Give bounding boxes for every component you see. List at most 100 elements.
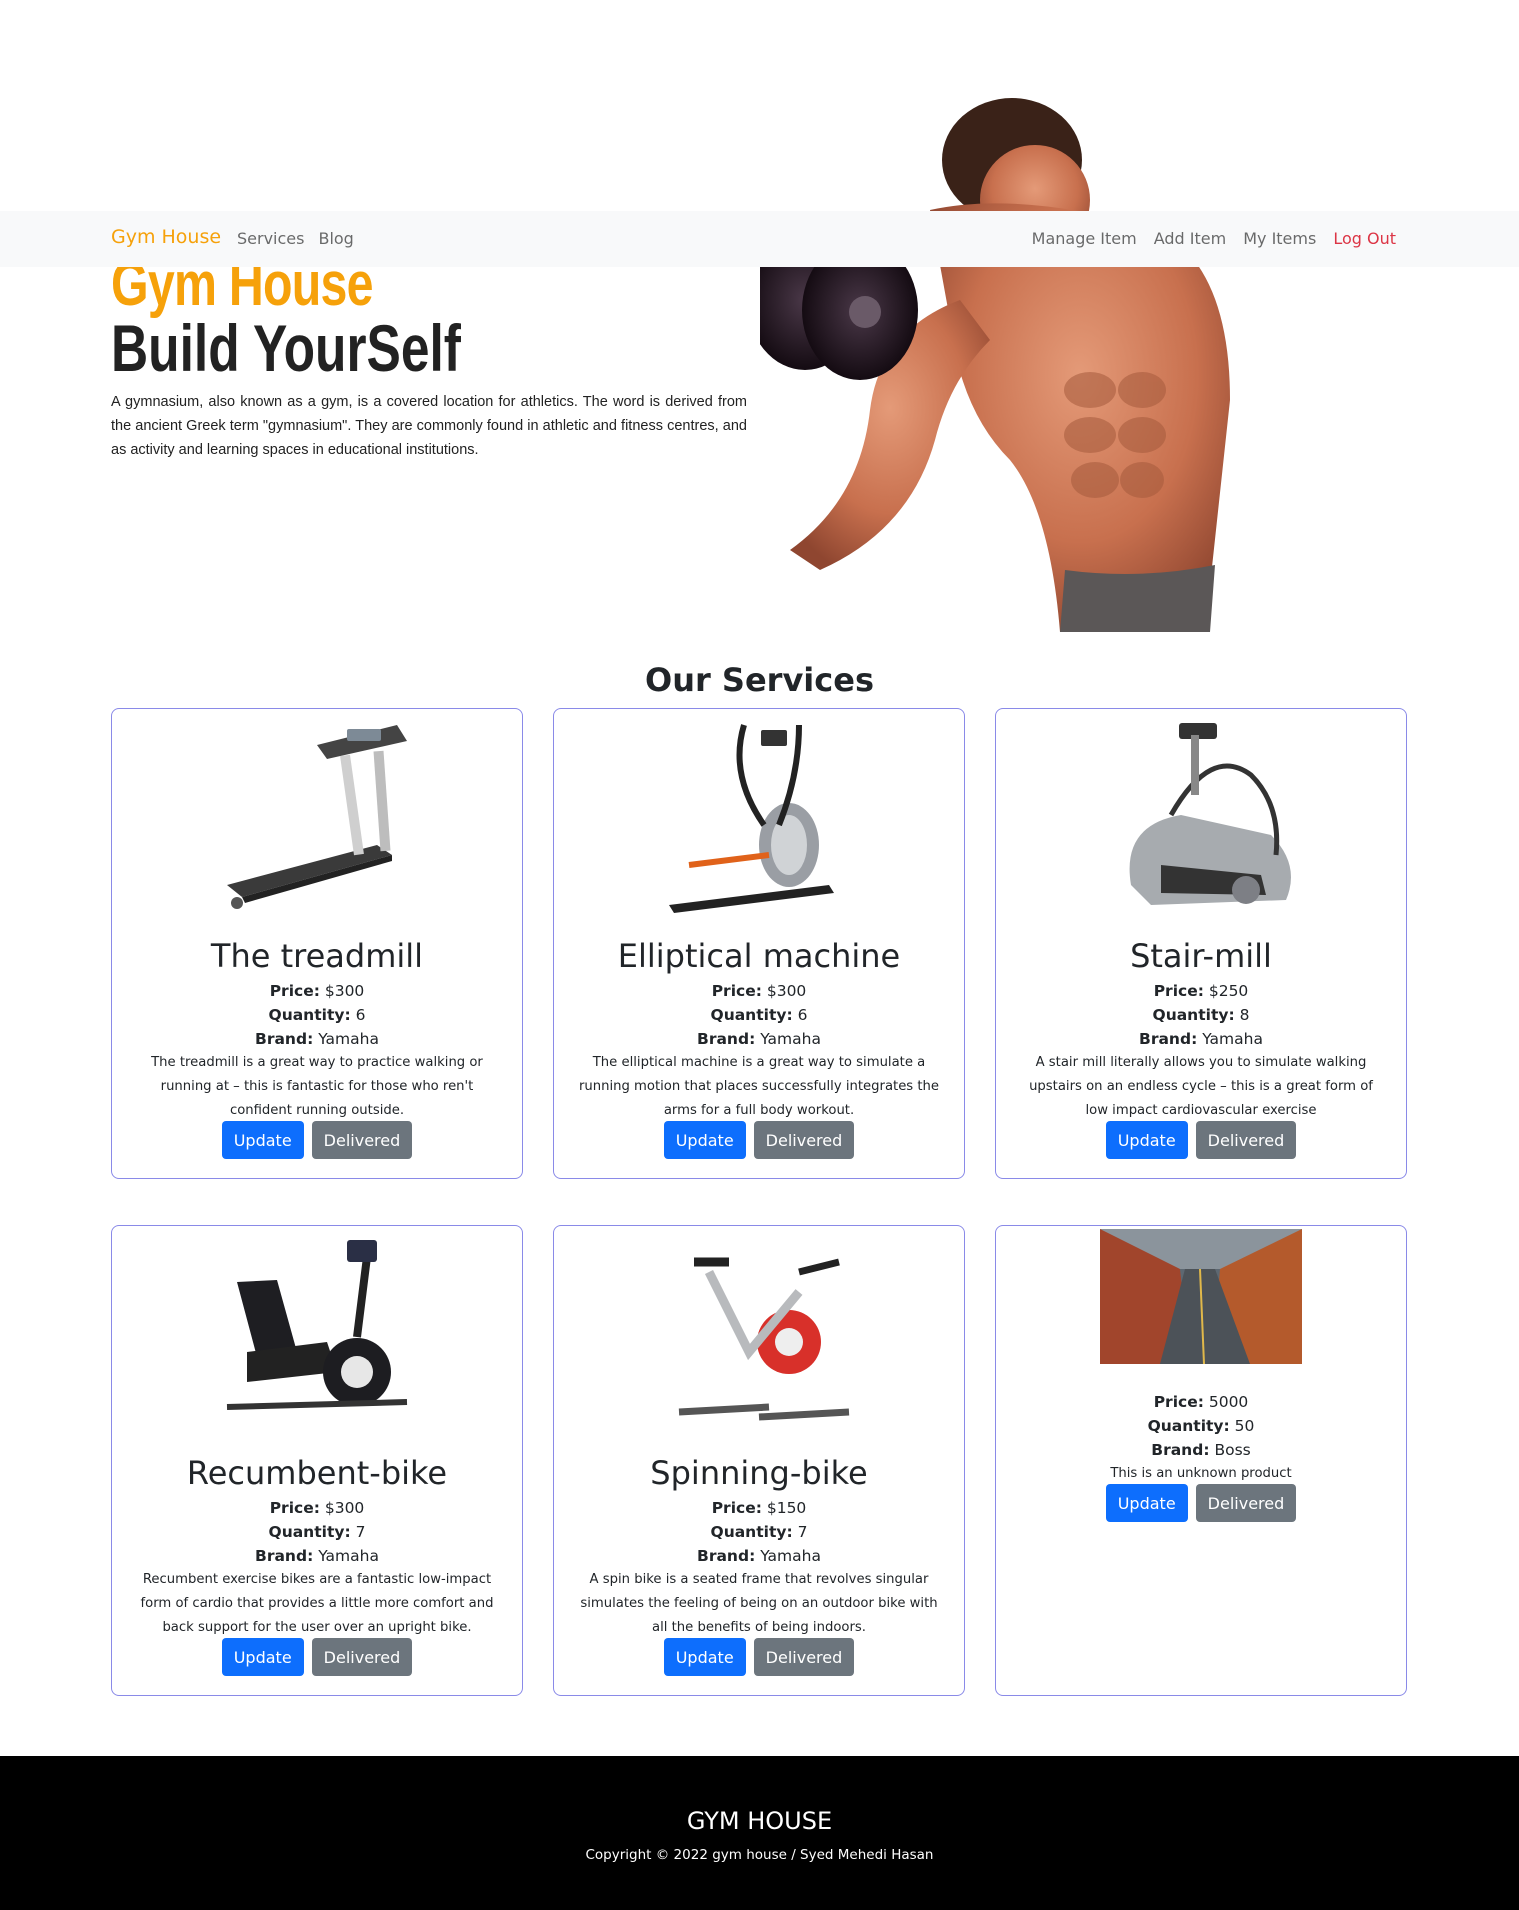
footer: GYM HOUSE Copyright © 2022 gym house / S… [0, 1756, 1519, 1910]
delivered-button[interactable]: Delivered [311, 1121, 413, 1159]
brand-value: Boss [1214, 1441, 1251, 1459]
service-card: Recumbent-bike Price: $300 Quantity: 7 B… [111, 1225, 523, 1696]
delivered-button[interactable]: Delivered [753, 1121, 855, 1159]
footer-copyright: Copyright © 2022 gym house / Syed Mehedi… [585, 1847, 934, 1863]
brand-value: Yamaha [760, 1030, 821, 1048]
services-title: Our Services [645, 661, 874, 699]
quantity-value: 6 [797, 1006, 808, 1024]
price-value: $300 [766, 982, 807, 1000]
service-card: Elliptical machine Price: $300 Quantity:… [553, 708, 965, 1179]
elliptical-image [669, 724, 834, 913]
quantity-label: Quantity: [1152, 1006, 1235, 1024]
brand-value: Yamaha [1202, 1030, 1263, 1048]
service-name: Elliptical machine [617, 937, 901, 975]
service-description: Recumbent exercise bikes are a fantastic… [140, 1572, 494, 1635]
quantity-value: 50 [1234, 1417, 1255, 1435]
update-button[interactable]: Update [221, 1638, 304, 1676]
nav-right-links: Manage Item Add Item My Items Log Out [1032, 229, 1396, 248]
nav-link-blog[interactable]: Blog [318, 229, 353, 248]
brand-value: Yamaha [760, 1547, 821, 1565]
price-value: $300 [324, 1499, 365, 1517]
card-actions: Update Delivered [554, 1638, 964, 1676]
quantity-label: Quantity: [710, 1006, 793, 1024]
update-button[interactable]: Update [221, 1121, 304, 1159]
service-card: Price: 5000 Quantity: 50 Brand: Boss Thi… [995, 1225, 1407, 1696]
quantity-value: 8 [1239, 1006, 1250, 1024]
service-specs: Price: $150 Quantity: 7 Brand: Yamaha [554, 1496, 964, 1568]
hero-subtitle: Build YourSelf [111, 311, 461, 385]
spinning-bike-image [678, 1257, 850, 1421]
service-name: Stair-mill [1130, 937, 1272, 975]
brand-label: Brand: [1139, 1030, 1198, 1048]
card-actions: Update Delivered [112, 1638, 522, 1676]
service-card: Spinning-bike Price: $150 Quantity: 7 Br… [553, 1225, 965, 1696]
brand-link[interactable]: Gym House [111, 226, 221, 248]
card-actions: Update Delivered [554, 1121, 964, 1159]
price-value: 5000 [1208, 1393, 1249, 1411]
road-photo-image [1100, 1229, 1302, 1364]
brand-label: Brand: [697, 1030, 756, 1048]
delivered-button[interactable]: Delivered [1195, 1484, 1297, 1522]
navbar: Gym House Services Blog Manage Item Add … [0, 211, 1519, 267]
quantity-label: Quantity: [268, 1006, 351, 1024]
quantity-label: Quantity: [1147, 1417, 1230, 1435]
quantity-label: Quantity: [268, 1523, 351, 1541]
footer-title: GYM HOUSE [686, 1807, 833, 1835]
card-actions: Update Delivered [112, 1121, 522, 1159]
service-specs: Price: $300 Quantity: 7 Brand: Yamaha [112, 1496, 522, 1568]
brand-label: Brand: [255, 1030, 314, 1048]
price-label: Price: [269, 982, 320, 1000]
price-value: $150 [766, 1499, 807, 1517]
service-description: The treadmill is a great way to practice… [151, 1055, 483, 1118]
recumbent-bike-image [226, 1240, 408, 1410]
quantity-value: 6 [355, 1006, 366, 1024]
update-button[interactable]: Update [1105, 1121, 1188, 1159]
hero-bodybuilder-image [760, 98, 1230, 632]
quantity-value: 7 [797, 1523, 808, 1541]
service-specs: Price: $250 Quantity: 8 Brand: Yamaha [996, 979, 1406, 1051]
price-label: Price: [1153, 982, 1204, 1000]
service-card: Stair-mill Price: $250 Quantity: 8 Brand… [995, 708, 1407, 1179]
update-button[interactable]: Update [663, 1121, 746, 1159]
brand-label: Brand: [1151, 1441, 1210, 1459]
treadmill-image [227, 725, 407, 909]
nav-left-links: Services Blog [237, 229, 354, 248]
price-value: $250 [1208, 982, 1249, 1000]
nav-link-my-items[interactable]: My Items [1243, 229, 1316, 248]
service-description: This is an unknown product [1110, 1466, 1292, 1481]
brand-value: Yamaha [318, 1030, 379, 1048]
card-actions: Update Delivered [996, 1121, 1406, 1159]
nav-link-manage-item[interactable]: Manage Item [1032, 229, 1137, 248]
service-card: The treadmill Price: $300 Quantity: 6 Br… [111, 708, 523, 1179]
service-description: A stair mill literally allows you to sim… [1029, 1055, 1373, 1118]
logout-link[interactable]: Log Out [1333, 229, 1396, 248]
price-label: Price: [1153, 1393, 1204, 1411]
service-specs: Price: $300 Quantity: 6 Brand: Yamaha [112, 979, 522, 1051]
delivered-button[interactable]: Delivered [311, 1638, 413, 1676]
service-description: A spin bike is a seated frame that revol… [580, 1572, 938, 1635]
quantity-label: Quantity: [710, 1523, 793, 1541]
quantity-value: 7 [355, 1523, 366, 1541]
nav-link-services[interactable]: Services [237, 229, 304, 248]
service-name: The treadmill [210, 937, 424, 975]
update-button[interactable]: Update [1105, 1484, 1188, 1522]
stairmill-image [1129, 723, 1291, 905]
price-value: $300 [324, 982, 365, 1000]
nav-link-add-item[interactable]: Add Item [1154, 229, 1226, 248]
service-name: Spinning-bike [650, 1454, 868, 1492]
service-specs: Price: 5000 Quantity: 50 Brand: Boss [996, 1390, 1406, 1462]
hero-description: A gymnasium, also known as a gym, is a c… [111, 394, 747, 458]
price-label: Price: [711, 982, 762, 1000]
service-name: Recumbent-bike [186, 1454, 448, 1492]
brand-label: Brand: [255, 1547, 314, 1565]
brand-label: Brand: [697, 1547, 756, 1565]
update-button[interactable]: Update [663, 1638, 746, 1676]
card-actions: Update Delivered [996, 1484, 1406, 1522]
brand-value: Yamaha [318, 1547, 379, 1565]
service-specs: Price: $300 Quantity: 6 Brand: Yamaha [554, 979, 964, 1051]
delivered-button[interactable]: Delivered [753, 1638, 855, 1676]
service-description: The elliptical machine is a great way to… [578, 1055, 940, 1118]
delivered-button[interactable]: Delivered [1195, 1121, 1297, 1159]
price-label: Price: [269, 1499, 320, 1517]
price-label: Price: [711, 1499, 762, 1517]
